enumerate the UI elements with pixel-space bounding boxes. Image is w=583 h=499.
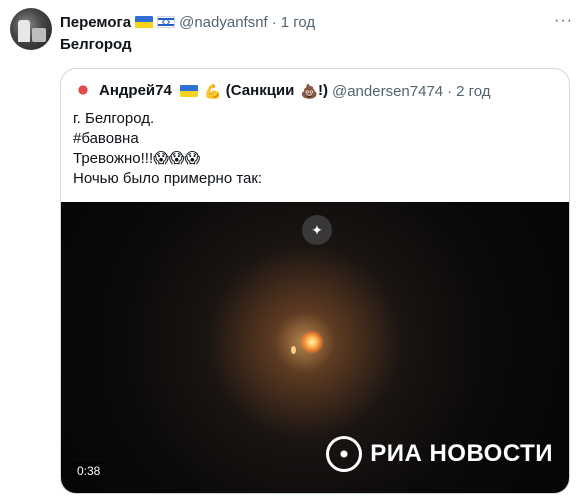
muscle-emoji-icon: 💪 [204, 82, 222, 99]
video-duration-badge: 0:38 [73, 462, 105, 480]
sparkle-icon-glyph: ✦ [311, 221, 323, 238]
israel-flag-icon [157, 16, 176, 28]
quoted-text-line[interactable]: #бавовна [73, 129, 262, 149]
avatar-shape [18, 20, 30, 42]
quoted-tweet[interactable]: Андрей74 💪 (Санкции 💩!) @andersen7474 · … [60, 68, 570, 494]
more-dots-icon[interactable]: ··· [554, 12, 573, 30]
separator-dot: · [271, 13, 277, 31]
quoted-text-line: Ночью было примерно так: [73, 170, 263, 187]
tweet-text: Белгород [60, 36, 132, 53]
tweet[interactable]: Перемога @nadyanfsnf · 1 год ··· Белгоро… [0, 0, 583, 499]
separator-dot: · [447, 82, 453, 100]
tweet-header: Перемога @nadyanfsnf · 1 год [60, 12, 315, 32]
quoted-tweet-time[interactable]: 2 год [456, 83, 490, 100]
tweet-time[interactable]: 1 год [281, 14, 315, 31]
sanctions-text-open: (Санкции [225, 82, 295, 100]
ria-logo-icon [326, 436, 363, 472]
sparkle-icon[interactable]: ✦ [302, 215, 332, 245]
watermark-text: РИА НОВОСТИ [370, 440, 553, 467]
ukraine-flag-icon [180, 85, 198, 98]
video-light-flare [301, 331, 323, 353]
quoted-user-handle[interactable]: @andersen7474 [332, 83, 443, 100]
ukraine-flag-icon [135, 16, 154, 28]
quoted-text-line: Тревожно!!!😱😱😱 [73, 150, 201, 167]
poop-emoji-icon: 💩 [300, 82, 318, 99]
video-player[interactable]: ✦ РИА НОВОСТИ 0:38 [61, 202, 569, 493]
sanctions-text-close: !) [317, 82, 328, 100]
quoted-text-line: г. Белгород. [73, 110, 155, 127]
avatar[interactable] [10, 8, 52, 50]
quoted-display-name-text: Андрей74 [99, 82, 172, 100]
user-handle[interactable]: @nadyanfsnf [179, 14, 268, 31]
quoted-tweet-header: Андрей74 💪 (Санкции 💩!) @andersen7474 · … [73, 81, 491, 101]
quoted-avatar [73, 81, 93, 101]
display-name[interactable]: Перемога [60, 14, 131, 31]
avatar-shape [32, 28, 46, 42]
ria-novosti-watermark: РИА НОВОСТИ [326, 436, 553, 472]
quoted-display-name[interactable]: Андрей74 💪 (Санкции 💩!) [99, 82, 328, 100]
quoted-tweet-text: г. Белгород. #бавовна Тревожно!!!😱😱😱 Ноч… [73, 109, 262, 189]
video-light-spot [291, 346, 296, 354]
